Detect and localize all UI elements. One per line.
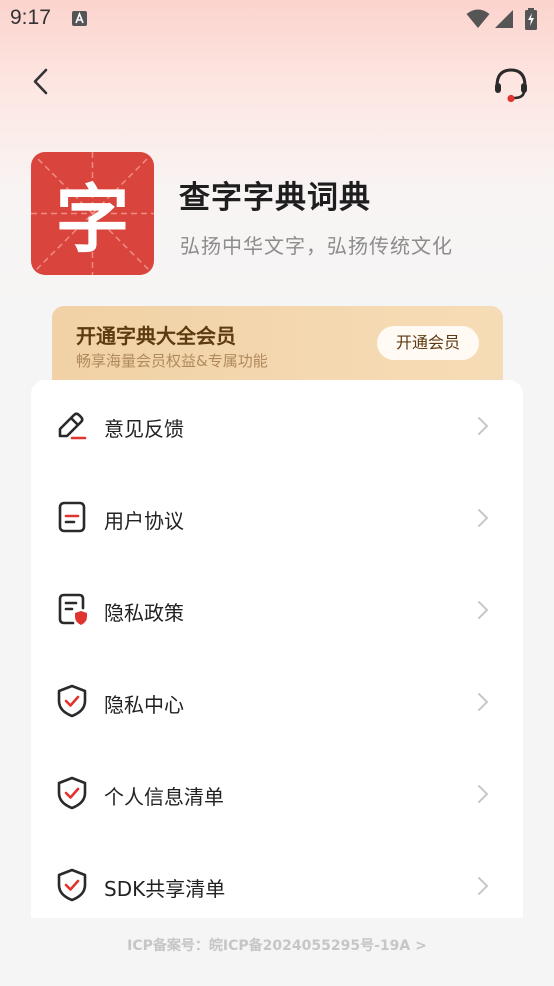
battery-icon: [525, 8, 537, 30]
shield-check-icon: [57, 684, 87, 718]
shield-check-icon: [57, 776, 87, 810]
back-arrow-icon[interactable]: [26, 66, 58, 98]
menu-item-label: SDK共享清单: [104, 877, 226, 901]
menu-item-privacy-policy[interactable]: 隐私政策: [31, 564, 523, 656]
chevron-right-icon: [478, 601, 489, 619]
menu-item-personal-info-list[interactable]: 个人信息清单: [31, 748, 523, 840]
logo-character: 字: [55, 177, 130, 263]
chevron-right-icon: [478, 877, 489, 895]
status-time: 9:17: [10, 6, 51, 29]
app-slogan: 弘扬中华文字，弘扬传统文化: [180, 234, 453, 258]
vip-subtitle: 畅享海量会员权益&专属功能: [76, 352, 268, 370]
vip-card[interactable]: 开通字典大全会员 畅享海量会员权益&专属功能 开通会员: [52, 306, 503, 388]
menu-item-user-agreement[interactable]: 用户协议: [31, 472, 523, 564]
chevron-right-icon: [478, 509, 489, 527]
menu-item-sdk-sharing-list[interactable]: SDK共享清单: [31, 840, 523, 932]
menu-item-label: 用户协议: [104, 509, 184, 533]
cellular-icon: [495, 10, 513, 28]
customer-service-icon[interactable]: [490, 62, 532, 104]
chevron-right-icon: [478, 785, 489, 803]
vip-title: 开通字典大全会员: [76, 324, 236, 348]
status-bar: 9:17: [0, 0, 554, 40]
icp-record-link[interactable]: ICP备案号：皖ICP备2024055295号-19A >: [0, 935, 554, 955]
menu-list: 意见反馈 用户协议 隐私政策 隐私中心 个人信息清单 SDK共享清单: [31, 380, 523, 918]
app-name: 查字字典词典: [179, 180, 371, 216]
chevron-right-icon: [478, 693, 489, 711]
shield-check-icon: [57, 868, 87, 902]
app-logo: 字: [31, 152, 154, 275]
menu-item-label: 个人信息清单: [104, 785, 224, 809]
menu-item-privacy-center[interactable]: 隐私中心: [31, 656, 523, 748]
menu-item-feedback[interactable]: 意见反馈: [31, 380, 523, 472]
edit-feedback-icon: [58, 412, 87, 440]
wifi-icon: [466, 9, 490, 28]
menu-item-label: 隐私政策: [104, 601, 184, 625]
header: [0, 56, 554, 112]
document-shield-icon: [58, 593, 87, 625]
document-icon: [58, 501, 86, 533]
open-vip-button[interactable]: 开通会员: [377, 326, 479, 360]
notification-a-icon: [72, 11, 87, 26]
menu-item-label: 意见反馈: [104, 417, 184, 441]
chevron-right-icon: [478, 417, 489, 435]
menu-item-label: 隐私中心: [104, 693, 184, 717]
